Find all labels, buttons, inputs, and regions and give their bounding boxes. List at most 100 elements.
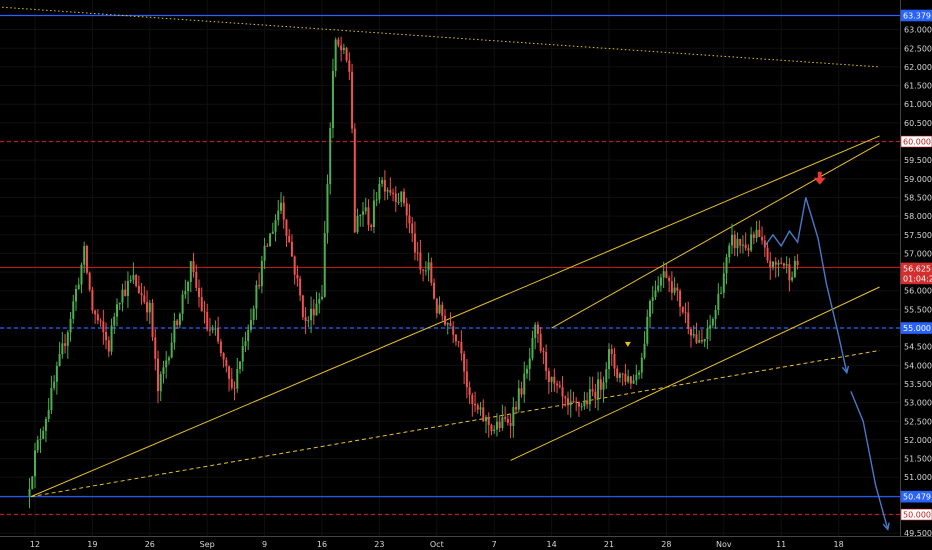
candle-body <box>203 311 206 313</box>
candle-body <box>165 360 168 368</box>
price-tag-label-res-60: 60.000 <box>903 138 931 147</box>
candle-body <box>31 476 34 489</box>
candle-body <box>706 328 709 339</box>
candle-body <box>463 353 466 372</box>
candle-body <box>299 278 302 296</box>
candle-body <box>362 211 364 215</box>
candle-body <box>613 353 616 369</box>
price-tick-label: 62.000 <box>904 63 932 72</box>
candle-body <box>594 391 597 399</box>
price-tick-label: 53.500 <box>904 380 932 389</box>
candle-body <box>239 361 241 370</box>
candle-body <box>64 343 67 346</box>
candle-body <box>367 207 370 226</box>
candle-body <box>553 376 556 384</box>
candle-body <box>679 290 682 307</box>
candle-body <box>260 260 263 287</box>
candle-body <box>80 264 83 285</box>
candle-body <box>627 376 630 382</box>
candle-body <box>372 200 375 228</box>
candle-body <box>482 407 485 422</box>
price-tick-label: 49.500 <box>904 529 932 538</box>
candle-body <box>520 388 523 395</box>
candle-body <box>214 328 217 330</box>
candle-body <box>662 271 665 278</box>
candle-body <box>397 201 400 203</box>
time-tick-label: 16 <box>317 540 327 549</box>
candle-body <box>378 183 381 200</box>
candle-body <box>558 385 561 388</box>
candle-body <box>326 184 329 234</box>
price-tick-label: 51.500 <box>904 455 932 464</box>
candle-body <box>375 199 378 201</box>
candle-body <box>222 353 225 360</box>
candle-body <box>140 293 143 296</box>
candle-body <box>556 383 559 386</box>
candle-body <box>610 349 613 354</box>
candle-body <box>438 304 441 314</box>
candle-body <box>394 193 397 202</box>
candle-body <box>416 252 419 254</box>
candle-body <box>219 341 222 354</box>
candle-body <box>47 410 50 419</box>
candle-body <box>88 272 91 290</box>
candle-body <box>526 368 528 374</box>
candle-body <box>692 334 695 336</box>
candle-body <box>586 400 589 405</box>
candle-body <box>233 387 236 389</box>
candle-body <box>498 421 501 429</box>
candle-body <box>72 301 75 319</box>
candle-body <box>452 326 455 335</box>
candle-body <box>154 337 157 359</box>
candle-body <box>621 373 624 375</box>
candle-body <box>479 407 482 410</box>
candle-body <box>230 378 233 388</box>
candle-body <box>588 389 591 405</box>
candle-body <box>424 270 427 272</box>
candle-body <box>460 342 463 354</box>
candle-body <box>698 340 701 343</box>
time-axis[interactable]: 12 19 26 Sep 9 16 23 Oct 7 14 21 28 Nov 11 18 <box>30 540 844 549</box>
candle-body <box>785 264 788 266</box>
candle-body <box>659 277 662 286</box>
candle-body <box>28 488 31 496</box>
candle-body <box>515 407 518 410</box>
time-tick-label: 23 <box>374 540 384 549</box>
candle-body <box>66 332 69 346</box>
candle-body <box>657 285 660 291</box>
candle-body <box>307 320 310 322</box>
candle-body <box>539 333 542 352</box>
candle-body <box>485 417 487 422</box>
candle-body <box>249 319 252 330</box>
candle-body <box>353 128 356 233</box>
candle-body <box>263 245 266 261</box>
candle-body <box>334 39 337 71</box>
candle-body <box>195 271 198 288</box>
candle-body <box>422 269 425 271</box>
candle-body <box>69 318 72 333</box>
candle-body <box>83 246 86 265</box>
candle-body <box>198 287 200 298</box>
candle-body <box>200 297 203 312</box>
candle-body <box>392 192 395 194</box>
candle-body <box>403 191 405 204</box>
candle-body <box>110 325 113 352</box>
candle-body <box>206 312 209 330</box>
candle-body <box>102 321 105 332</box>
candle-body <box>94 310 97 315</box>
candle-body <box>217 328 220 342</box>
candle-body <box>137 285 140 294</box>
price-tick-label: 51.000 <box>904 473 932 482</box>
time-tick-label: 11 <box>776 540 786 549</box>
candle-body <box>580 406 583 408</box>
candle-body <box>290 241 293 257</box>
candle-body <box>703 338 706 342</box>
candle-body <box>599 379 602 390</box>
price-tick-label: 62.500 <box>904 44 932 53</box>
price-tag-label-last: 56.625 <box>903 264 931 273</box>
candle-body <box>550 376 553 383</box>
candle-body <box>91 289 94 311</box>
candle-body <box>189 261 192 283</box>
candle-body <box>146 302 149 313</box>
price-chart[interactable]: 49.50050.00050.50051.00051.50052.00052.5… <box>0 0 932 550</box>
